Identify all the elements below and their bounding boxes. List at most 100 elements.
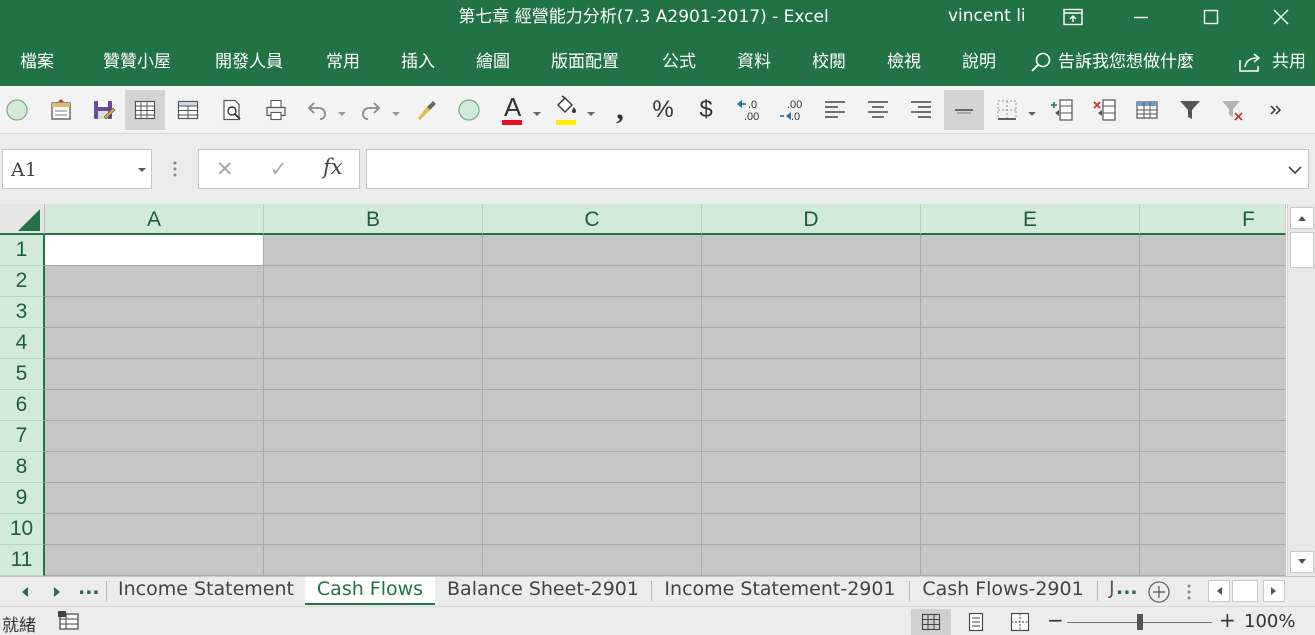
normal-view-status-button[interactable] xyxy=(911,609,951,635)
tell-me-search[interactable]: 告訴我您想做什麼 xyxy=(1030,50,1194,74)
tab-file[interactable]: 檔案 xyxy=(20,50,54,74)
row-header-4[interactable]: 4 xyxy=(0,328,45,359)
middle-align-button[interactable] xyxy=(944,90,984,130)
row-header-6[interactable]: 6 xyxy=(0,390,45,421)
vertical-scrollbar[interactable] xyxy=(1287,204,1315,576)
insert-function-button[interactable]: fx xyxy=(323,155,343,179)
circle-button-2[interactable] xyxy=(449,90,489,130)
sheet-scroll-right-icon[interactable] xyxy=(52,586,62,598)
undo-dropdown[interactable] xyxy=(337,104,347,116)
column-header-d[interactable]: D xyxy=(702,204,921,235)
cancel-entry-button[interactable]: ✕ xyxy=(216,157,234,181)
row-header-5[interactable]: 5 xyxy=(0,359,45,390)
user-name[interactable]: vincent li xyxy=(948,0,1026,34)
redo-button[interactable] xyxy=(351,90,391,130)
decrease-decimal-button[interactable]: .0.00 xyxy=(729,90,769,130)
tab-formulas[interactable]: 公式 xyxy=(662,50,696,74)
undo-button[interactable] xyxy=(297,90,337,130)
page-break-view-button[interactable] xyxy=(168,90,208,130)
quick-print-button[interactable] xyxy=(256,90,296,130)
tab-draw[interactable]: 繪圖 xyxy=(476,50,510,74)
sheet-scroll-left-icon[interactable] xyxy=(20,586,30,598)
fill-color-dropdown[interactable] xyxy=(586,104,596,116)
tab-page-layout[interactable]: 版面配置 xyxy=(551,50,619,74)
print-preview-button[interactable] xyxy=(212,90,252,130)
tab-data[interactable]: 資料 xyxy=(737,50,771,74)
zoom-out-button[interactable]: − xyxy=(1047,608,1064,632)
delete-column-button[interactable] xyxy=(1085,90,1125,130)
zoom-in-button[interactable]: + xyxy=(1219,608,1236,632)
tab-review[interactable]: 校閱 xyxy=(812,50,846,74)
row-header-11[interactable]: 11 xyxy=(0,545,45,576)
font-color-dropdown[interactable] xyxy=(532,104,542,116)
font-color-button[interactable]: A xyxy=(492,90,532,130)
row-header-10[interactable]: 10 xyxy=(0,514,45,545)
sheet-tab-income-statement-2901[interactable]: Income Statement-2901 xyxy=(652,577,908,605)
clear-filter-button[interactable] xyxy=(1213,90,1253,130)
sheet-tab-balance-sheet-2901[interactable]: Balance Sheet-2901 xyxy=(436,577,650,605)
row-header-3[interactable]: 3 xyxy=(0,297,45,328)
column-header-e[interactable]: E xyxy=(921,204,1140,235)
column-header-a[interactable]: A xyxy=(45,204,264,235)
add-sheet-icon[interactable] xyxy=(1147,580,1171,604)
share-button[interactable]: 共用 xyxy=(1238,50,1306,74)
hscroll-right-button[interactable] xyxy=(1263,580,1285,602)
close-button[interactable] xyxy=(1258,0,1304,34)
align-left-button[interactable] xyxy=(815,90,855,130)
sheet-tab-truncated[interactable]: J xyxy=(1109,577,1115,599)
column-header-f[interactable]: F xyxy=(1140,204,1286,235)
open-file-button[interactable] xyxy=(41,90,81,130)
chevron-down-icon[interactable] xyxy=(137,165,147,175)
zoom-slider-thumb[interactable] xyxy=(1137,614,1143,630)
minimize-button[interactable] xyxy=(1118,0,1164,34)
hscroll-thumb[interactable] xyxy=(1232,580,1258,602)
maximize-button[interactable] xyxy=(1188,0,1234,34)
hscroll-left-button[interactable] xyxy=(1208,580,1230,602)
accounting-format-button[interactable]: $ xyxy=(686,90,726,130)
more-commands-button[interactable] xyxy=(1256,90,1296,130)
vertical-scroll-thumb[interactable] xyxy=(1290,232,1314,268)
scroll-up-button[interactable] xyxy=(1290,207,1314,229)
borders-button[interactable] xyxy=(987,90,1027,130)
row-header-8[interactable]: 8 xyxy=(0,452,45,483)
sheet-more-right[interactable]: ... xyxy=(1116,577,1138,599)
select-all-button[interactable] xyxy=(0,204,45,235)
splitter-handle-icon[interactable] xyxy=(172,160,178,178)
splitter-handle-icon[interactable] xyxy=(1186,583,1192,601)
row-header-7[interactable]: 7 xyxy=(0,421,45,452)
fill-color-button[interactable] xyxy=(546,90,586,130)
page-layout-view-button[interactable] xyxy=(956,609,996,635)
sheet-tab-cash-flows[interactable]: Cash Flows xyxy=(305,577,435,605)
expand-formula-bar-icon[interactable] xyxy=(1288,165,1302,175)
normal-view-button[interactable] xyxy=(125,90,165,130)
increase-decimal-button[interactable]: .00.0 xyxy=(772,90,812,130)
sheet-tab-cash-flows-2901[interactable]: Cash Flows-2901 xyxy=(910,577,1096,605)
format-painter-button[interactable] xyxy=(406,90,446,130)
sheet-more-left[interactable]: ... xyxy=(78,577,100,599)
filter-button[interactable] xyxy=(1170,90,1210,130)
cell-area[interactable] xyxy=(45,235,1286,576)
formula-input[interactable] xyxy=(366,149,1309,189)
tab-zanzan[interactable]: 贊贊小屋 xyxy=(103,50,171,74)
row-header-2[interactable]: 2 xyxy=(0,266,45,297)
format-as-table-button[interactable] xyxy=(1127,90,1167,130)
page-break-preview-button[interactable] xyxy=(1000,609,1040,635)
circle-button-1[interactable] xyxy=(0,90,37,130)
row-header-9[interactable]: 9 xyxy=(0,483,45,514)
macro-recording-icon[interactable] xyxy=(58,611,80,631)
insert-column-button[interactable] xyxy=(1042,90,1082,130)
row-header-1[interactable]: 1 xyxy=(0,235,45,266)
align-center-button[interactable] xyxy=(858,90,898,130)
zoom-level[interactable]: 100% xyxy=(1244,611,1295,632)
ribbon-display-options-button[interactable] xyxy=(1050,0,1096,34)
align-right-button[interactable] xyxy=(901,90,941,130)
redo-dropdown[interactable] xyxy=(391,104,401,116)
column-header-b[interactable]: B xyxy=(264,204,483,235)
column-header-c[interactable]: C xyxy=(483,204,702,235)
save-as-button[interactable] xyxy=(84,90,124,130)
percent-style-button[interactable]: % xyxy=(643,90,683,130)
tab-home[interactable]: 常用 xyxy=(326,50,360,74)
borders-dropdown[interactable] xyxy=(1027,104,1037,116)
name-box[interactable]: A1 xyxy=(2,149,152,189)
tab-developer[interactable]: 開發人員 xyxy=(215,50,283,74)
